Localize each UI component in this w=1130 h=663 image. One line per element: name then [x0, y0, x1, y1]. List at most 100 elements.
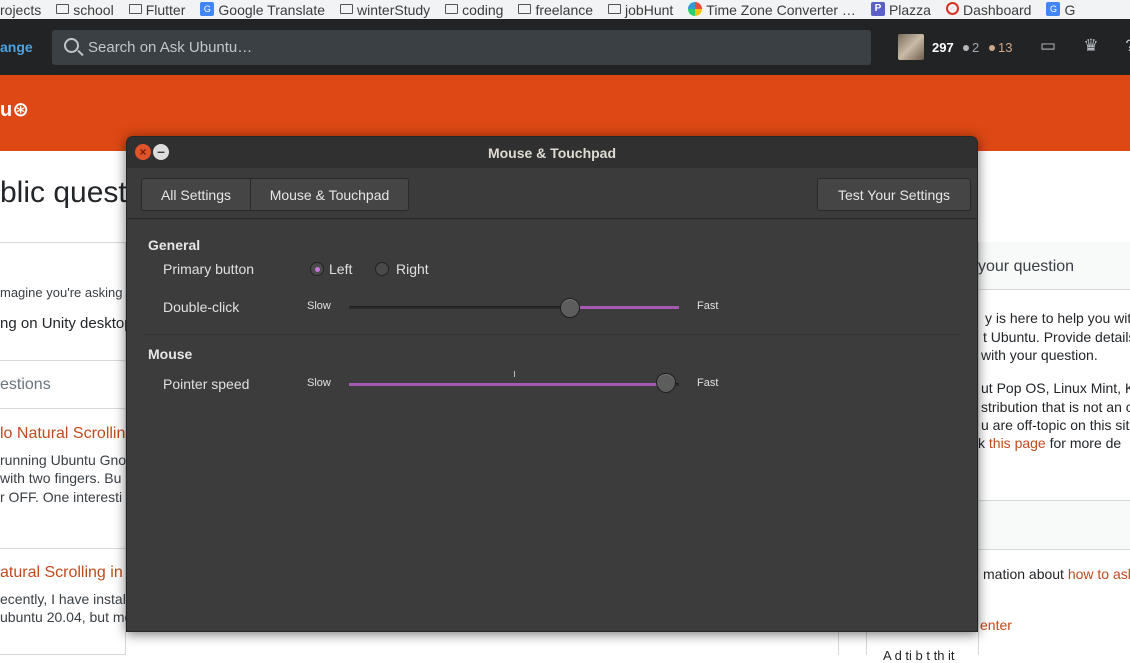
help-center-link[interactable]: enter [980, 617, 1012, 633]
primary-left-label[interactable]: Left [329, 261, 352, 277]
folder-icon [340, 3, 354, 14]
plazza-icon: P [870, 1, 885, 16]
folder-icon [56, 3, 70, 14]
window-title: Mouse & Touchpad [487, 145, 617, 161]
sidebar-text-part: k [978, 435, 989, 451]
bookmark-item[interactable]: school [56, 0, 118, 19]
bookmark-item[interactable]: coding [445, 0, 508, 19]
question-excerpt: ecently, I have instal [0, 591, 126, 607]
bookmark-item[interactable]: Time Zone Converter … [688, 0, 861, 19]
logo-fragment: u [0, 99, 13, 121]
site-topbar: ange Search on Ask Ubuntu… 297 2 13 ▭ ♛ … [0, 19, 1130, 75]
similar-questions-heading: estions [0, 376, 51, 393]
page-title: blic questi [0, 176, 134, 209]
mouse-touchpad-dialog: × – Mouse & Touchpad All Settings Mouse … [126, 136, 978, 632]
bookmark-label: winterStudy [357, 1, 431, 18]
ubuntu-logo[interactable]: u⊛ [0, 97, 29, 122]
dialog-toolbar: All Settings Mouse & Touchpad Test Your … [127, 168, 977, 219]
primary-right-label[interactable]: Right [396, 261, 429, 277]
title-input[interactable]: ng on Unity desktop [0, 315, 133, 332]
bookmark-label: school [73, 1, 114, 18]
double-click-slow-label: Slow [307, 300, 331, 312]
bookmark-label: Dashboard [962, 1, 1032, 18]
help-icon[interactable]: ? [1120, 37, 1130, 55]
bookmark-label: Time Zone Converter … [706, 1, 856, 18]
bookmark-item[interactable]: GG [1046, 0, 1080, 19]
pointer-speed-slider-fill [349, 383, 666, 386]
primary-right-radio[interactable] [375, 262, 389, 276]
double-click-slider-handle[interactable] [560, 298, 581, 318]
bookmark-item[interactable]: freelance [518, 0, 598, 19]
sidebar-text: ut Pop OS, Linux Mint, K [981, 380, 1130, 396]
folder-icon [445, 3, 459, 14]
folder-icon [608, 3, 622, 14]
silver-badge-count: 2 [972, 40, 980, 55]
reputation-count[interactable]: 297 [932, 40, 954, 55]
pointer-speed-fast-label: Fast [697, 377, 719, 389]
bookmark-label: freelance [535, 1, 594, 18]
similar-question-link[interactable]: lo Natural Scrollin [0, 425, 125, 443]
question-excerpt: r OFF. One interesti [0, 489, 123, 505]
trophy-icon[interactable]: ♛ [1081, 37, 1101, 55]
folder-icon [128, 3, 142, 14]
sidebar-header [979, 500, 1130, 550]
bookmark-item[interactable]: jobHunt [608, 0, 678, 19]
bookmark-item[interactable]: P Plazza [870, 0, 936, 19]
bookmark-item[interactable]: rojects [0, 0, 46, 19]
sidebar-heading: your question [978, 258, 1075, 275]
time-zone-icon [688, 1, 703, 16]
bookmark-item[interactable]: G Google Translate [200, 0, 330, 19]
question-excerpt: ubuntu 20.04, but me [0, 609, 133, 625]
sidebar-text-part: mation about [983, 566, 1068, 582]
sidebar-text: A d ti b t th it [883, 648, 955, 663]
settings-content: General Primary button Left Right Double… [127, 220, 977, 631]
bookmark-label: rojects [0, 1, 42, 18]
bronze-badge: 13 [989, 40, 1012, 55]
double-click-label: Double-click [163, 299, 240, 315]
pointer-speed-mark [514, 371, 515, 377]
question-excerpt: with two fingers. Bu [0, 470, 122, 486]
sidebar-text: t Ubuntu. Provide details [983, 329, 1130, 345]
bookmark-item[interactable]: Flutter [128, 0, 191, 19]
similar-question-link[interactable]: atural Scrolling in [0, 564, 123, 582]
bookmark-item[interactable]: winterStudy [340, 0, 435, 19]
double-click-fast-label: Fast [697, 300, 719, 312]
bookmark-label: Plazza [888, 1, 931, 18]
test-settings-button[interactable]: Test Your Settings [817, 178, 971, 211]
divider [0, 408, 126, 409]
window-titlebar[interactable]: × – Mouse & Touchpad [127, 137, 977, 168]
bookmark-item[interactable]: Dashboard [945, 0, 1037, 19]
sidebar-text: stribution that is not an of [981, 399, 1130, 415]
bookmark-label: jobHunt [625, 1, 674, 18]
question-excerpt: running Ubuntu Gno [0, 452, 127, 468]
avatar[interactable] [898, 34, 924, 60]
bronze-badge-count: 13 [998, 40, 1013, 55]
google-icon: G [1046, 1, 1061, 16]
site-logo-fragment[interactable]: ange [0, 39, 33, 55]
all-settings-button[interactable]: All Settings [141, 178, 251, 211]
bookmark-label: Flutter [145, 1, 186, 18]
section-separator [143, 334, 961, 335]
pointer-speed-label: Pointer speed [163, 376, 250, 392]
inbox-icon[interactable]: ▭ [1038, 37, 1058, 55]
sidebar-text: with your question. [981, 347, 1098, 363]
general-heading: General [148, 237, 201, 253]
dashboard-icon [945, 2, 959, 15]
divider [0, 548, 126, 549]
pointer-speed-slider-handle[interactable] [655, 373, 676, 393]
how-to-ask-link[interactable]: how to ask [1068, 566, 1130, 582]
mouse-heading: Mouse [148, 346, 193, 362]
breadcrumb-current-button[interactable]: Mouse & Touchpad [250, 178, 409, 211]
sidebar-text-part: for more de [1045, 435, 1122, 451]
google-translate-icon: G [200, 1, 215, 16]
this-page-link[interactable]: this page [989, 435, 1046, 451]
bookmark-label: G [1064, 1, 1076, 18]
search-input[interactable]: Search on Ask Ubuntu… [52, 30, 871, 65]
bookmarks-bar: rojects school Flutter G Google Translate win… [0, 0, 1130, 19]
search-placeholder: Search on Ask Ubuntu… [88, 39, 253, 56]
primary-left-radio[interactable] [310, 262, 324, 276]
form-hint: magine you're asking [0, 285, 123, 300]
sidebar-text: y is here to help you with [985, 310, 1130, 326]
double-click-slider-fill [570, 306, 679, 309]
silver-badge: 2 [963, 40, 979, 55]
